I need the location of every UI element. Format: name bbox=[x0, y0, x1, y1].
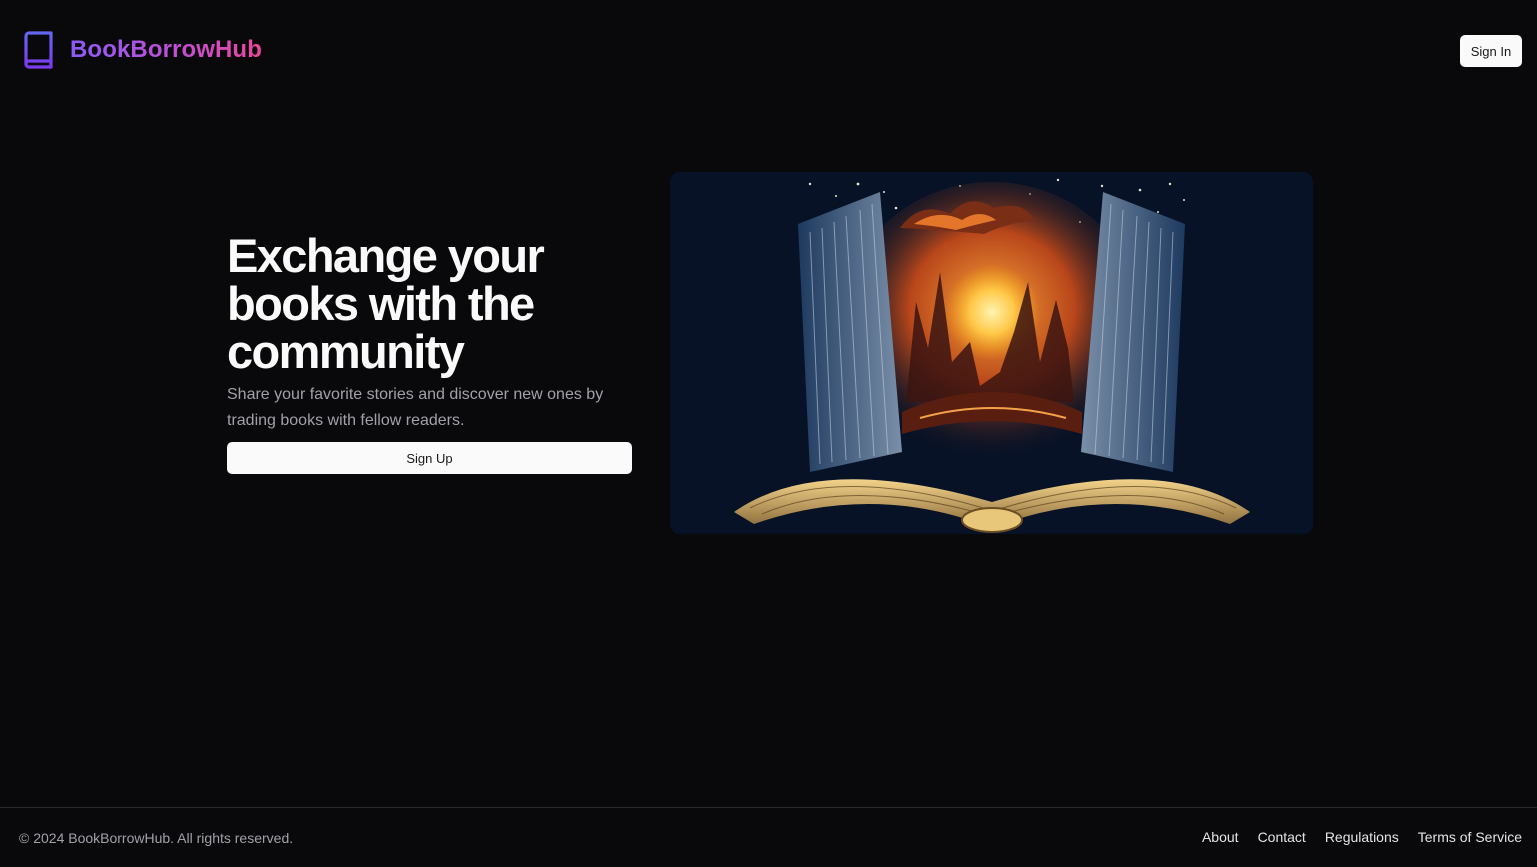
footer-link-terms[interactable]: Terms of Service bbox=[1418, 829, 1522, 845]
footer-nav: About Contact Regulations Terms of Servi… bbox=[1202, 829, 1522, 845]
open-book-illustration bbox=[670, 172, 1313, 534]
hero-image bbox=[670, 172, 1313, 534]
sign-in-button[interactable]: Sign In bbox=[1460, 35, 1522, 67]
brand-link[interactable]: BookBorrowHub bbox=[22, 31, 262, 69]
hero-text: Exchange your books with the community S… bbox=[227, 232, 637, 434]
brand-name: BookBorrowHub bbox=[70, 36, 262, 63]
footer-link-about[interactable]: About bbox=[1202, 829, 1239, 845]
sign-up-button[interactable]: Sign Up bbox=[227, 442, 632, 474]
footer-link-contact[interactable]: Contact bbox=[1258, 829, 1306, 845]
site-header: BookBorrowHub Sign In bbox=[0, 0, 1537, 100]
landing-page: BookBorrowHub Sign In Exchange your book… bbox=[0, 0, 1537, 867]
hero-subtext: Share your favorite stories and discover… bbox=[227, 386, 604, 429]
copyright-text: © 2024 BookBorrowHub. All rights reserve… bbox=[19, 830, 294, 846]
site-footer: © 2024 BookBorrowHub. All rights reserve… bbox=[0, 807, 1537, 867]
book-icon bbox=[24, 31, 53, 69]
footer-link-regulations[interactable]: Regulations bbox=[1325, 829, 1399, 845]
hero-headline: Exchange your books with the community bbox=[227, 229, 545, 378]
